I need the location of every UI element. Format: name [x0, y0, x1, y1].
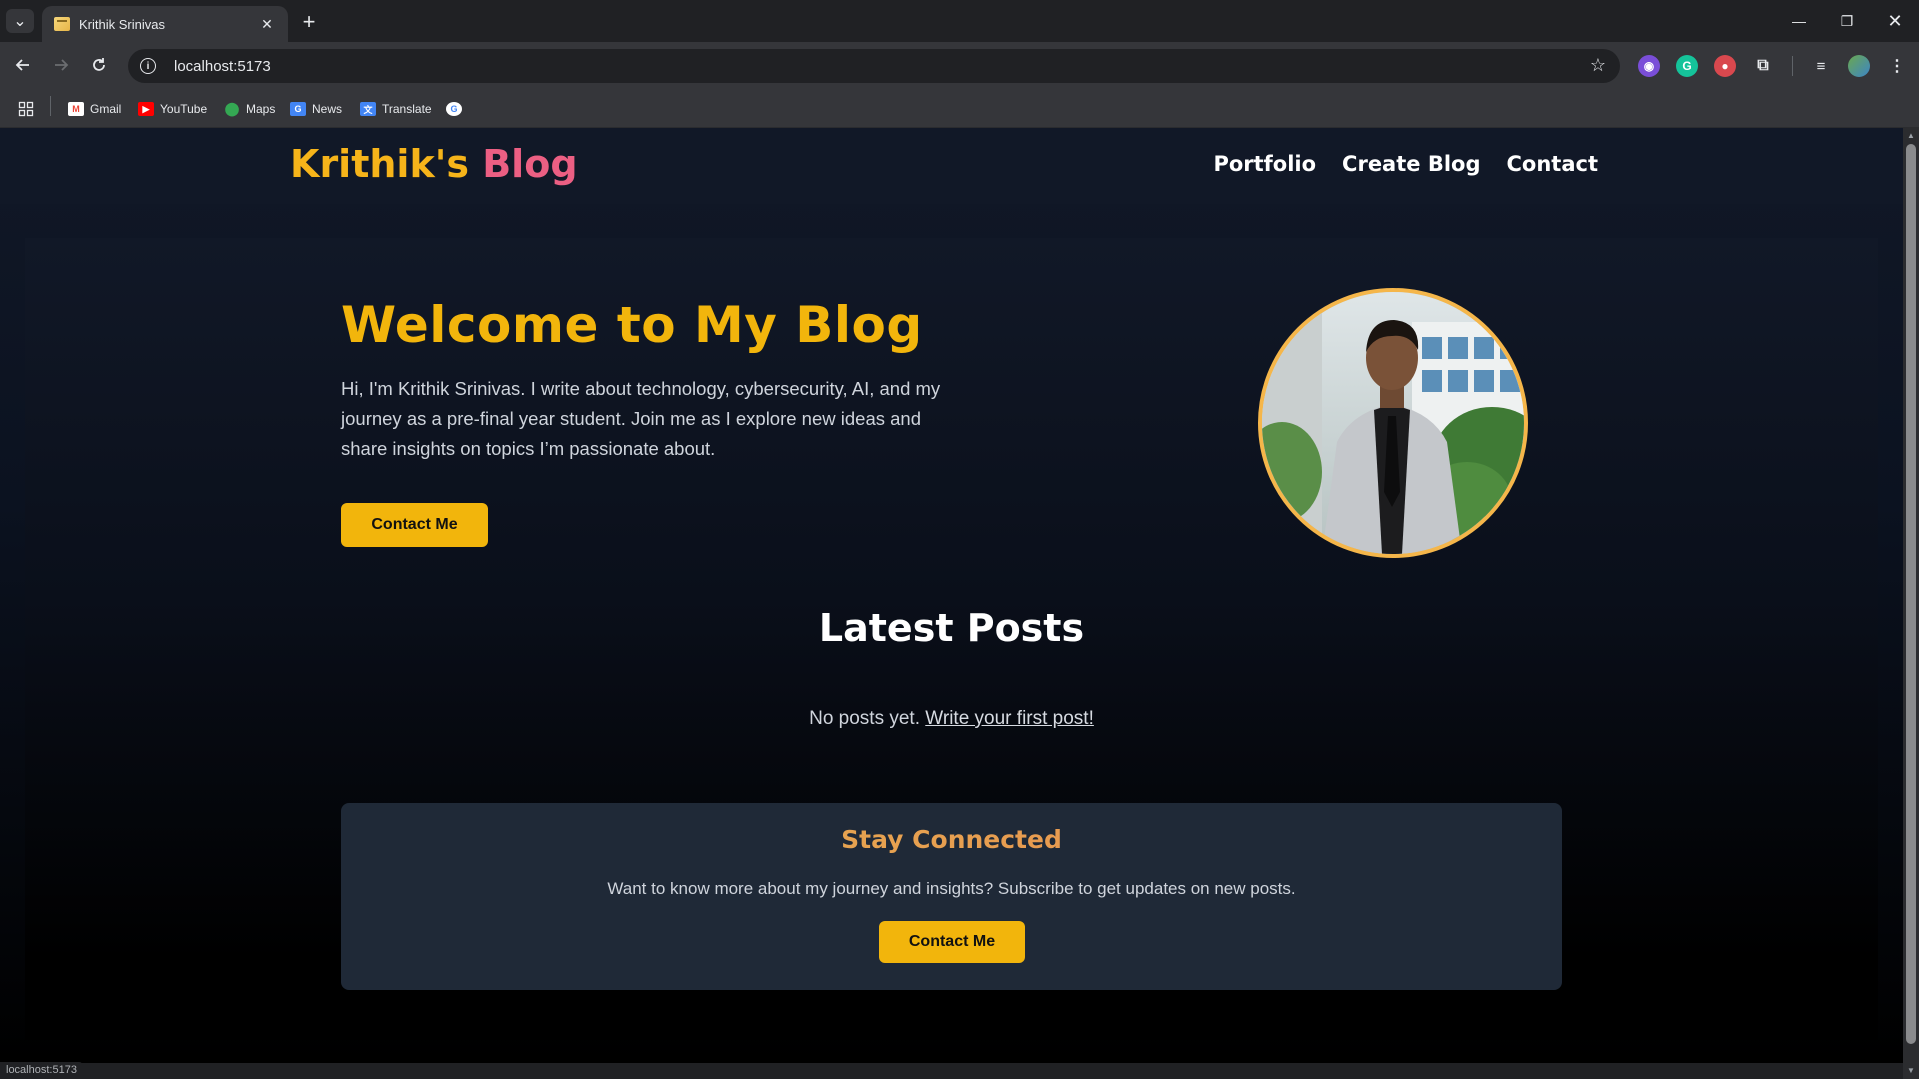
bookmark-star-icon[interactable]: ☆: [1590, 55, 1606, 76]
bookmark-youtube[interactable]: ▶ YouTube: [138, 99, 207, 119]
bookmark-label: YouTube: [160, 102, 208, 116]
address-url: localhost:5173: [174, 57, 271, 75]
bookmark-news[interactable]: G News: [290, 99, 342, 119]
extension-red-icon[interactable]: ●: [1714, 55, 1736, 77]
no-posts-text: No posts yet.: [809, 708, 920, 729]
profile-photo-image: [1262, 292, 1524, 554]
bookmarks-bar: M Gmail ▶ YouTube ⬤ Maps G News 文 Transl…: [0, 90, 1919, 128]
bookmarks-divider: [50, 96, 51, 116]
reload-icon: [93, 58, 105, 71]
maps-icon: ⬤: [224, 101, 240, 116]
reload-button[interactable]: [84, 50, 114, 80]
bookmark-translate[interactable]: 文 Translate: [360, 99, 432, 119]
translate-icon: 文: [360, 102, 376, 116]
nav-create-blog[interactable]: Create Blog: [1342, 152, 1480, 176]
main-panel: Welcome to My Blog Hi, I'm Krithik Srini…: [25, 238, 1878, 1040]
browser-tab[interactable]: Krithik Srinivas ✕: [42, 6, 288, 42]
bookmark-google[interactable]: G: [446, 99, 468, 119]
bookmark-label: News: [312, 102, 343, 116]
profile-photo: [1258, 288, 1528, 558]
news-icon: G: [290, 102, 306, 116]
nav-portfolio[interactable]: Portfolio: [1213, 152, 1316, 176]
site-logo[interactable]: Krithik's Blog: [290, 142, 578, 186]
scroll-up-arrow-icon[interactable]: ▲: [1906, 131, 1916, 141]
page-scrollbar[interactable]: ▲ ▼: [1903, 128, 1919, 1079]
stay-connected-title: Stay Connected: [341, 825, 1562, 854]
browser-tab-bar: ⌄ Krithik Srinivas ✕ + — ❐ ✕: [0, 0, 1919, 42]
grammarly-icon[interactable]: G: [1676, 55, 1698, 77]
profile-avatar-icon[interactable]: [1848, 55, 1870, 77]
tab-search-button[interactable]: ⌄: [6, 9, 34, 33]
youtube-icon: ▶: [138, 102, 154, 116]
toolbar-divider: [1792, 56, 1793, 76]
card-contact-button[interactable]: Contact Me: [879, 921, 1025, 963]
new-tab-button[interactable]: +: [296, 9, 322, 34]
chevron-down-icon: ⌄: [13, 13, 27, 30]
hero-title: Welcome to My Blog: [341, 296, 923, 354]
status-bar-url: localhost:5173: [0, 1062, 83, 1079]
scrollbar-thumb[interactable]: [1906, 144, 1916, 1044]
site-info-icon[interactable]: i: [140, 58, 156, 74]
logo-part-blog: Blog: [482, 142, 578, 186]
browser-toolbar: i localhost:5173 ☆ ◉ G ● ⧉ ≡ ⋮: [0, 42, 1919, 90]
tab-close-icon[interactable]: ✕: [258, 15, 276, 33]
nav-contact[interactable]: Contact: [1507, 152, 1599, 176]
latest-posts-title: Latest Posts: [818, 606, 1085, 650]
bookmark-label: Maps: [246, 102, 276, 116]
forward-button[interactable]: [46, 50, 76, 80]
extensions-puzzle-icon[interactable]: ⧉: [1752, 55, 1774, 77]
stay-connected-card: Stay Connected Want to know more about m…: [341, 803, 1562, 990]
bookmark-label: Translate: [382, 102, 432, 116]
back-button[interactable]: [8, 50, 38, 80]
site-header: Krithik's Blog Portfolio Create Blog Con…: [0, 128, 1903, 204]
minimize-button[interactable]: —: [1775, 0, 1823, 42]
logo-part-name: Krithik's: [290, 142, 469, 186]
browser-menu-icon[interactable]: ⋮: [1886, 55, 1908, 77]
write-first-post-link[interactable]: Write your first post!: [925, 708, 1094, 729]
restore-button[interactable]: ❐: [1823, 0, 1871, 42]
no-posts-message: No posts yet. Write your first post!: [25, 708, 1878, 730]
back-arrow-icon: [15, 59, 29, 71]
hero-contact-button[interactable]: Contact Me: [341, 503, 488, 547]
tab-favicon-icon: [54, 17, 70, 31]
tab-title: Krithik Srinivas: [79, 16, 165, 32]
address-bar[interactable]: i localhost:5173 ☆: [128, 49, 1620, 83]
bookmark-label: Gmail: [90, 102, 122, 116]
forward-arrow-icon: [55, 59, 69, 71]
stay-connected-text: Want to know more about my journey and i…: [607, 879, 1296, 898]
google-icon: G: [446, 102, 462, 116]
scroll-down-arrow-icon[interactable]: ▼: [1906, 1066, 1916, 1076]
bookmark-gmail[interactable]: M Gmail: [68, 99, 121, 119]
extension-copilot-icon[interactable]: ◉: [1638, 55, 1660, 77]
site-nav: Portfolio Create Blog Contact: [1213, 152, 1598, 176]
page-viewport: Krithik's Blog Portfolio Create Blog Con…: [0, 128, 1903, 1063]
media-control-icon[interactable]: ≡: [1810, 55, 1832, 77]
hero-description: Hi, I'm Krithik Srinivas. I write about …: [341, 378, 941, 459]
bookmark-maps[interactable]: ⬤ Maps: [224, 99, 276, 119]
apps-grid-icon[interactable]: [18, 99, 34, 119]
close-window-button[interactable]: ✕: [1871, 0, 1919, 42]
gmail-icon: M: [68, 102, 84, 116]
